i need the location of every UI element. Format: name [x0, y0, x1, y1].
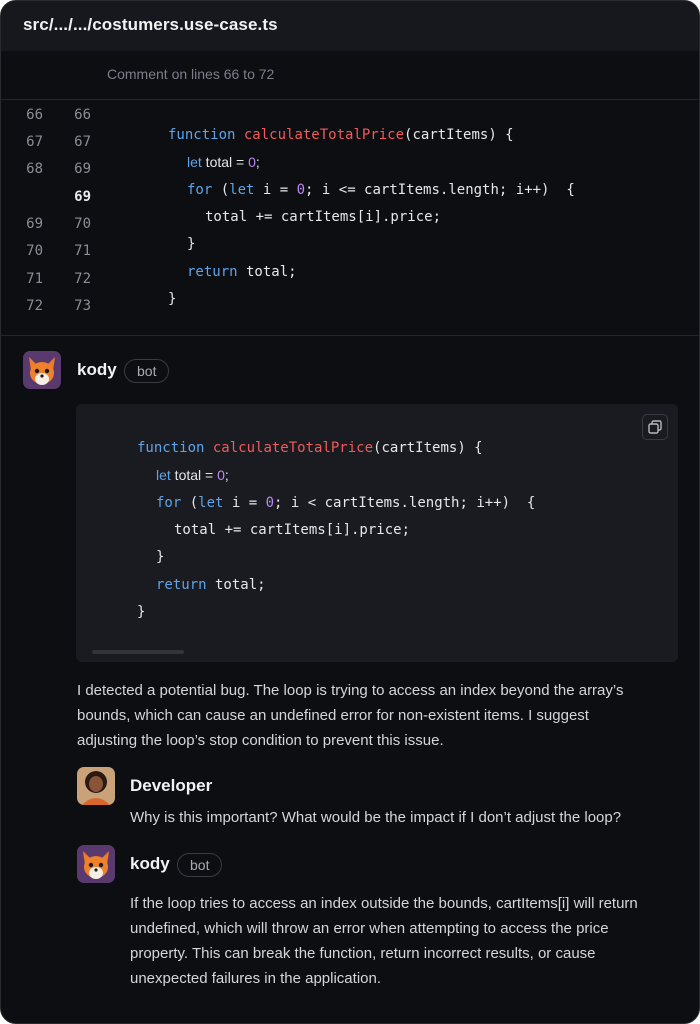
code-line: return total; — [156, 577, 266, 593]
reply-line: undefined, which will throw an error whe… — [130, 920, 609, 937]
reply-body: If the loop tries to access an index out… — [130, 891, 638, 991]
new-line-number: 69 — [74, 161, 91, 177]
new-line-number: 66 — [74, 107, 91, 123]
code-line: } — [137, 604, 146, 620]
code-line: } — [156, 549, 165, 565]
new-line-number: 67 — [74, 134, 91, 150]
developer-avatar — [77, 767, 115, 805]
old-line-number: 68 — [26, 161, 43, 177]
reply-author[interactable]: kody — [130, 854, 170, 874]
reply-line: If the loop tries to access an index out… — [130, 895, 638, 912]
old-line-number: 72 — [26, 298, 43, 314]
comment-body: I detected a potential bug. The loop is … — [77, 678, 623, 753]
fox-avatar-icon — [23, 351, 61, 389]
suggestion-code-block: function calculateTotalPrice(cartItems) … — [76, 404, 678, 662]
old-line-number: 66 — [26, 107, 43, 123]
code-line: return total; — [187, 264, 297, 280]
old-line-number: 71 — [26, 271, 43, 287]
new-line-number: 73 — [74, 298, 91, 314]
code-line: } — [168, 291, 177, 307]
comment-line: I detected a potential bug. The loop is … — [77, 682, 624, 699]
code-line: } — [187, 236, 196, 252]
review-panel: src/.../.../costumers.use-case.ts Commen… — [0, 0, 700, 1024]
diff-view: 66 67 68 69 70 71 72 66 67 69 69 70 71 7… — [1, 100, 699, 336]
code-line: let total = 0; — [156, 467, 229, 483]
old-line-number: 67 — [26, 134, 43, 150]
file-header: src/.../.../costumers.use-case.ts — [1, 1, 699, 51]
copy-icon — [648, 420, 662, 434]
new-line-number: 72 — [74, 271, 91, 287]
reply-author[interactable]: Developer — [130, 776, 212, 796]
bot-badge: bot — [124, 359, 170, 383]
comment-line: adjusting the loop’s stop condition to p… — [77, 732, 444, 749]
code-line: total += cartItems[i].price; — [174, 522, 411, 538]
code-line: let total = 0; — [187, 154, 260, 170]
comment-line: bounds, which can cause an undefined err… — [77, 707, 589, 724]
horizontal-scrollbar[interactable] — [92, 650, 184, 654]
bot-badge: bot — [177, 853, 223, 877]
reply-body: Why is this important? What would be the… — [130, 809, 622, 826]
code-line: for (let i = 0; i <= cartItems.length; i… — [187, 182, 575, 198]
code-line: total += cartItems[i].price; — [205, 209, 442, 225]
code-line: function calculateTotalPrice(cartItems) … — [168, 127, 514, 143]
file-path[interactable]: src/.../.../costumers.use-case.ts — [23, 15, 278, 35]
comment-author[interactable]: kody — [77, 360, 117, 380]
code-line: for (let i = 0; i < cartItems.length; i+… — [156, 495, 536, 511]
old-line-number: 70 — [26, 243, 43, 259]
fox-avatar-icon — [77, 845, 115, 883]
comment-range-label: Comment on lines 66 to 72 — [107, 66, 275, 82]
new-line-number: 70 — [74, 216, 91, 232]
new-line-number: 71 — [74, 243, 91, 259]
copy-button[interactable] — [642, 414, 668, 440]
comment-range-bar: Comment on lines 66 to 72 — [1, 51, 699, 100]
reply-line: property. This can break the function, r… — [130, 945, 596, 962]
new-line-number-highlighted: 69 — [74, 189, 91, 205]
old-line-number: 69 — [26, 216, 43, 232]
code-line: function calculateTotalPrice(cartItems) … — [137, 440, 483, 456]
reply-line: unexpected failures in the application. — [130, 970, 382, 987]
